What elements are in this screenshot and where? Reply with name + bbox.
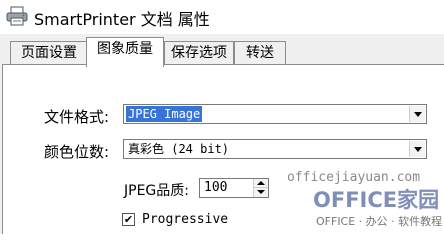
tab-label: 图象质量 <box>97 41 153 57</box>
file-format-value: JPEG Image <box>126 106 203 122</box>
tab-label: 保存选项 <box>171 45 227 61</box>
tab-label: 页面设置 <box>21 45 77 61</box>
progressive-label: Progressive <box>142 212 229 227</box>
watermark-url: officejiayuan.com <box>287 170 421 185</box>
tab-forward[interactable]: 转送 <box>234 41 286 65</box>
spin-down-icon[interactable] <box>254 188 268 197</box>
tab-label: 转送 <box>246 45 274 61</box>
color-depth-select[interactable]: 真彩色 (24 bit) <box>123 139 427 159</box>
jpeg-quality-value: 100 <box>204 180 228 195</box>
tab-save-options[interactable]: 保存选项 <box>164 41 234 65</box>
spin-up-icon[interactable] <box>254 179 268 188</box>
window-title: SmartPrinter 文档 属性 <box>34 10 210 29</box>
properties-dialog: SmartPrinter 文档 属性 页面设置 图象质量 保存选项 转送 文件格… <box>0 0 444 234</box>
printer-icon <box>6 6 28 26</box>
tab-strip: 页面设置 图象质量 保存选项 转送 <box>0 36 444 67</box>
progressive-checkbox[interactable]: ✔ <box>122 213 135 226</box>
jpeg-quality-label: JPEG品质: <box>124 183 189 199</box>
tab-image-quality[interactable]: 图象质量 <box>86 37 164 67</box>
spinner-buttons <box>253 179 268 197</box>
chevron-down-icon[interactable] <box>409 141 425 157</box>
chevron-down-icon[interactable] <box>409 106 425 122</box>
title-bar[interactable]: SmartPrinter 文档 属性 <box>0 0 444 34</box>
watermark-tagline: OFFICE · 办公 · 软件教程 <box>316 215 443 228</box>
color-depth-label: 颜色位数: <box>44 143 110 161</box>
file-format-select[interactable]: JPEG Image <box>123 104 427 124</box>
tab-page-setup[interactable]: 页面设置 <box>10 41 88 65</box>
color-depth-value: 真彩色 (24 bit) <box>128 142 230 156</box>
watermark-brand: OFFICE家园 <box>313 188 440 212</box>
file-format-label: 文件格式: <box>44 108 110 126</box>
jpeg-quality-spinner[interactable]: 100 <box>199 178 269 198</box>
